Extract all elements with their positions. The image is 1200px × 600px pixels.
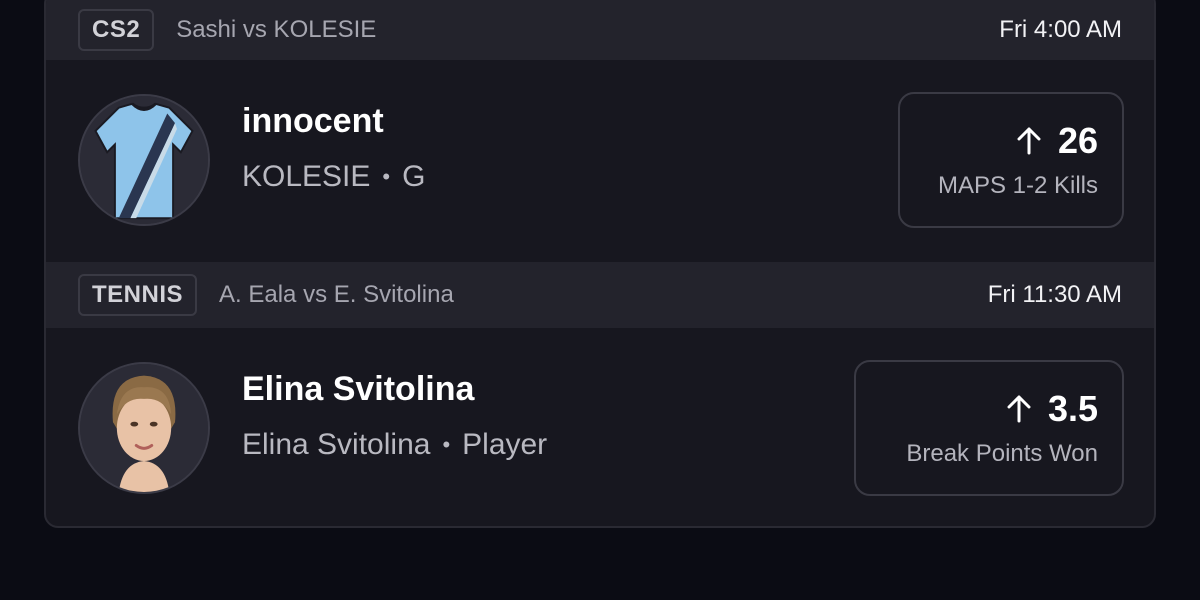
player-position: G <box>402 160 426 193</box>
team-name: Elina Svitolina <box>242 428 431 461</box>
projection-value-row: 3.5 <box>1004 388 1098 430</box>
match-header: TENNIS A. Eala vs E. Svitolina Fri 11:30… <box>46 262 1154 328</box>
player-name: innocent <box>242 102 384 140</box>
sport-badge: CS2 <box>78 9 155 51</box>
player-row[interactable]: Elina Svitolina Elina Svitolina • Player… <box>46 328 1154 526</box>
player-row[interactable]: innocent KOLESIE • G 26 MAPS 1-2 Kills <box>46 60 1154 264</box>
match-time: Fri 4:00 AM <box>999 16 1122 43</box>
projection-value: 3.5 <box>1047 388 1098 429</box>
player-name: Elina Svitolina <box>242 370 475 408</box>
picks-card: CS2 Sashi vs KOLESIE Fri 4:00 AM innocen… <box>44 0 1156 528</box>
player-position: Player <box>462 428 548 461</box>
arrow-up-icon <box>1017 127 1041 155</box>
match-title: Sashi vs KOLESIE <box>176 16 377 43</box>
player-photo <box>78 362 210 494</box>
separator-dot: • <box>382 164 391 189</box>
separator-dot: • <box>442 432 451 457</box>
arrow-up-icon <box>1007 395 1031 423</box>
projection-box[interactable]: 3.5 Break Points Won <box>854 360 1124 496</box>
match-title: A. Eala vs E. Svitolina <box>219 281 454 308</box>
projection-stat: Break Points Won <box>906 440 1098 467</box>
projection-box[interactable]: 26 MAPS 1-2 Kills <box>898 92 1124 228</box>
jersey-icon <box>78 94 210 226</box>
match-time: Fri 11:30 AM <box>987 281 1122 308</box>
sport-badge: TENNIS <box>78 274 198 316</box>
projection-value-row: 26 <box>1014 120 1098 162</box>
projection-stat: MAPS 1-2 Kills <box>937 172 1098 199</box>
projection-value: 26 <box>1057 120 1098 161</box>
team-name: KOLESIE <box>242 160 371 193</box>
player-team-position: Elina Svitolina • Player <box>242 428 547 462</box>
match-header: CS2 Sashi vs KOLESIE Fri 4:00 AM <box>46 0 1154 60</box>
player-team-position: KOLESIE • G <box>242 160 425 194</box>
